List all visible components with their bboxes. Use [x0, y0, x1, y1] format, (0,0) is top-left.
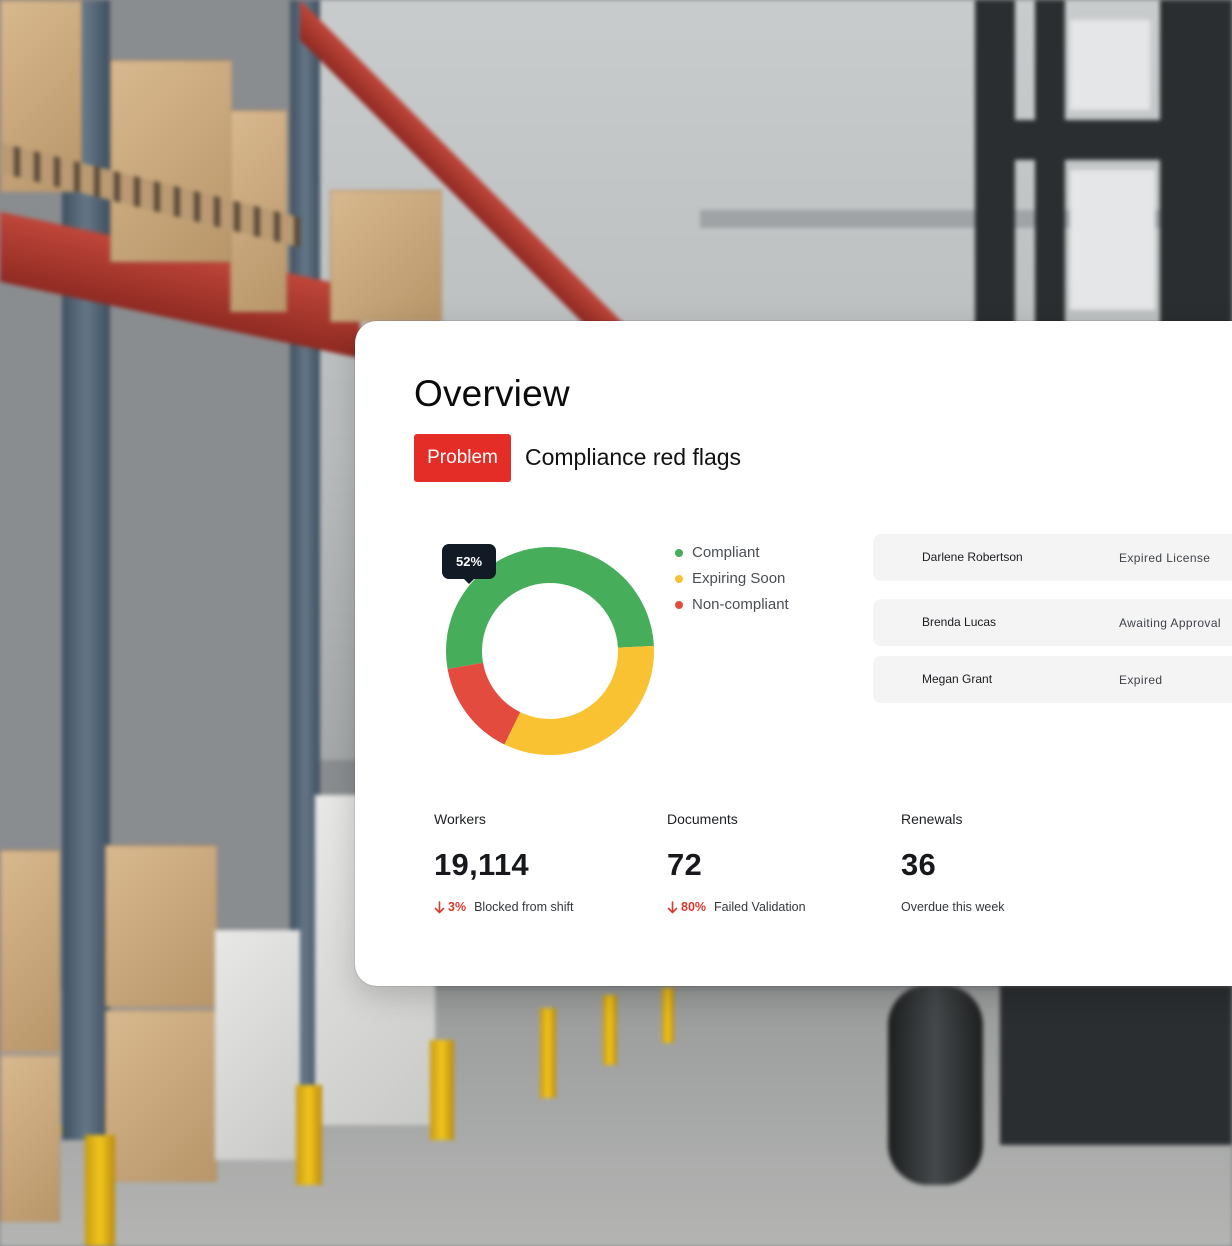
page-title: Overview	[414, 373, 570, 414]
forklift-mast	[1160, 0, 1232, 330]
legend-dot	[675, 549, 683, 557]
forklift-mast	[975, 0, 1015, 330]
stat-renewals: Renewals 36 Overdue this week	[901, 811, 1121, 914]
bollard	[540, 1008, 556, 1098]
legend-item-non-compliant: Non-compliant	[673, 595, 789, 621]
donut-slice-non-compliant	[447, 662, 521, 745]
stat-label: Workers	[434, 811, 486, 827]
overview-card: Overview Problem Compliance red flags 52…	[355, 321, 1232, 986]
flag-name: Brenda Lucas	[922, 615, 997, 629]
wrapped-pallet	[215, 930, 300, 1160]
forklift-tire	[888, 985, 983, 1185]
legend-label: Expiring Soon	[692, 570, 786, 587]
forklift-mast	[1035, 0, 1065, 330]
flag-status: Awaiting Approval	[1119, 616, 1221, 630]
legend-dot	[675, 601, 683, 609]
stat-value: 36	[901, 847, 937, 882]
donut-slice-compliant	[446, 547, 654, 670]
box	[330, 190, 442, 322]
legend-item-compliant: Compliant	[673, 543, 789, 569]
problem-badge: Problem	[414, 434, 511, 482]
flag-status: Expired License	[1119, 551, 1211, 565]
flag-row[interactable]: Megan Grant Expired	[873, 656, 1232, 703]
stat-footnote: 3% Blocked from shift	[434, 900, 654, 914]
chart-tooltip: 52%	[442, 544, 496, 584]
stat-value: 72	[667, 847, 703, 882]
legend-label: Non-compliant	[692, 596, 789, 613]
legend-label: Compliant	[692, 544, 760, 561]
bollard	[662, 988, 674, 1043]
stat-change: 80%	[681, 900, 707, 914]
flag-name: Megan Grant	[922, 672, 993, 686]
stat-label: Documents	[667, 811, 738, 827]
forklift-bar	[1000, 120, 1232, 160]
donut-slice-expiring-soon	[504, 645, 654, 755]
box	[110, 60, 232, 262]
stat-documents: Documents 72 80% Failed Validation	[667, 811, 887, 914]
box	[105, 1010, 217, 1182]
card-subtitle: Compliance red flags	[525, 444, 742, 470]
stat-note: Overdue this week	[901, 900, 1005, 914]
bollard	[296, 1085, 322, 1185]
stat-value: 19,114	[434, 847, 529, 882]
flag-row[interactable]: Brenda Lucas Awaiting Approval	[873, 599, 1232, 646]
stat-note: Blocked from shift	[474, 900, 574, 914]
forklift-window	[1070, 20, 1150, 110]
flag-status: Expired	[1119, 673, 1163, 687]
stat-change: 3%	[448, 900, 467, 914]
legend-dot	[675, 575, 683, 583]
forklift-body	[1000, 985, 1232, 1145]
stat-workers: Workers 19,114 3% Blocked from shift	[434, 811, 654, 914]
box	[0, 1055, 60, 1222]
arrow-down-icon	[667, 900, 678, 913]
arrow-down-icon	[434, 900, 445, 913]
flag-name: Darlene Robertson	[922, 550, 1023, 564]
flag-row[interactable]: Darlene Robertson Expired License	[873, 534, 1232, 581]
stat-label: Renewals	[901, 811, 963, 827]
stat-note: Failed Validation	[714, 900, 806, 914]
box	[105, 845, 217, 1007]
legend-item-expiring-soon: Expiring Soon	[673, 569, 789, 595]
bollard	[603, 995, 617, 1065]
bollard	[430, 1040, 454, 1140]
box	[0, 850, 60, 1052]
stat-footnote: Overdue this week	[901, 900, 1121, 914]
bollard	[85, 1135, 115, 1246]
chart-legend: Compliant Expiring Soon Non-compliant	[673, 543, 789, 621]
forklift-window	[1070, 170, 1155, 310]
stat-footnote: 80% Failed Validation	[667, 900, 887, 914]
